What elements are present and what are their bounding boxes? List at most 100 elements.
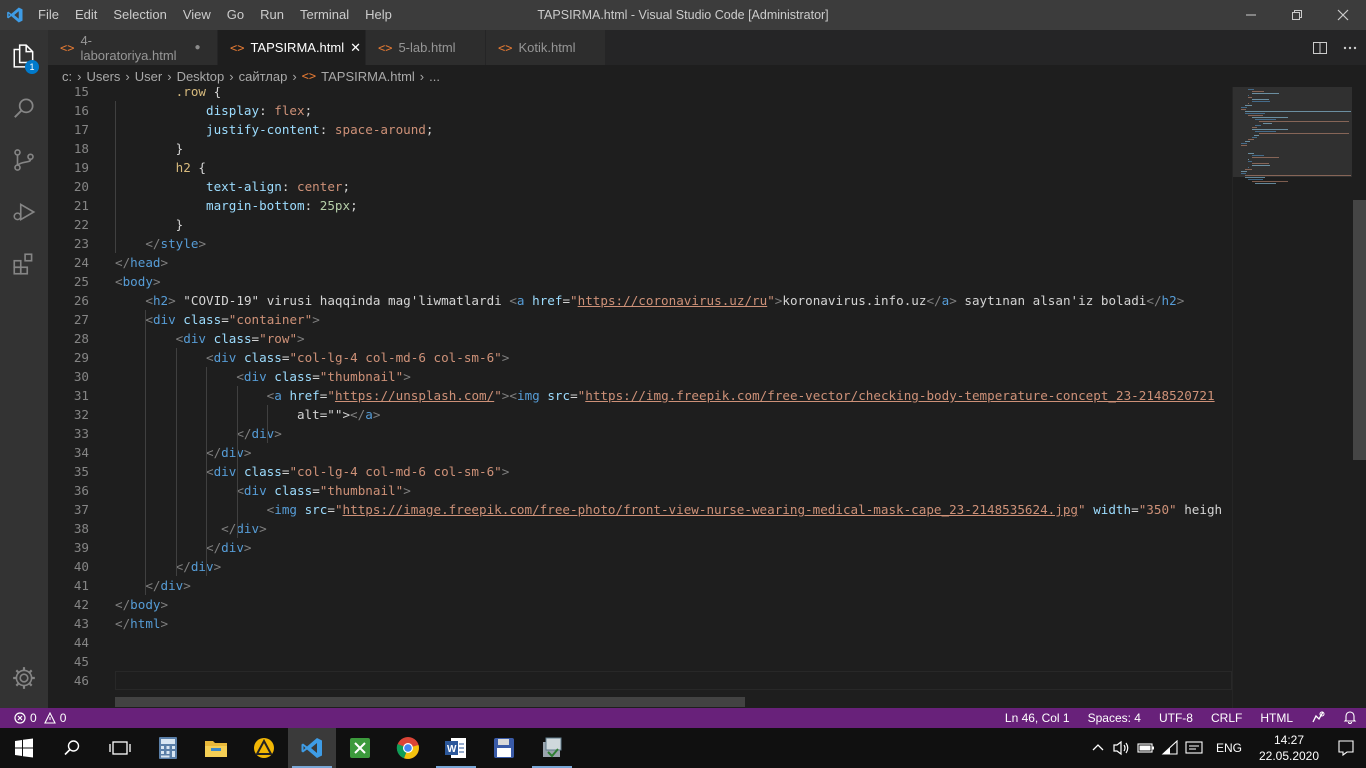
code-line[interactable]: 17 justify-content: space-around; [48,120,1232,139]
explorer-button[interactable]: 1 [0,30,48,82]
code-line[interactable]: 16 display: flex; [48,101,1232,120]
start-button[interactable] [0,728,48,768]
more-actions-icon[interactable] [1342,40,1358,56]
code-line[interactable]: 36 <div class="thumbnail"> [48,481,1232,500]
close-window-button[interactable] [1320,0,1366,30]
clock[interactable]: 14:27 22.05.2020 [1252,732,1326,764]
code-line[interactable]: 20 text-align: center; [48,177,1232,196]
volume-button[interactable] [1110,728,1134,768]
input-language[interactable]: ENG [1206,741,1252,755]
action-center-button[interactable] [1326,728,1366,768]
source-control-button[interactable] [0,134,48,186]
code-line[interactable]: 23 </style> [48,234,1232,253]
code-line[interactable]: 27 <div class="container"> [48,310,1232,329]
search-button[interactable] [0,82,48,134]
taskbar-app-triangle[interactable] [240,728,288,768]
breadcrumb-item[interactable]: c: [62,69,72,84]
show-hidden-icons-button[interactable] [1086,728,1110,768]
restore-button[interactable] [1274,0,1320,30]
taskbar-app-green[interactable] [336,728,384,768]
code-line[interactable]: 45 [48,652,1232,671]
language-mode[interactable]: HTML [1251,711,1302,725]
horizontal-scrollbar[interactable] [115,697,745,707]
task-view-button[interactable] [96,728,144,768]
network-button[interactable] [1158,728,1182,768]
menu-help[interactable]: Help [357,0,400,30]
menu-file[interactable]: File [30,0,67,30]
code-line[interactable]: 34 </div> [48,443,1232,462]
code-line[interactable]: 39 </div> [48,538,1232,557]
line-number: 26 [73,293,89,308]
breadcrumb-item[interactable]: ... [429,69,440,84]
code-line[interactable]: 24 </head> [48,253,1232,272]
menu-selection[interactable]: Selection [105,0,174,30]
code-line[interactable]: 43 </html> [48,614,1232,633]
tab-tapsirma[interactable]: <> TAPSIRMA.html ✕ [218,30,366,65]
tab-5-lab[interactable]: <> 5-lab.html [366,30,486,65]
notifications-button[interactable] [1334,710,1366,727]
code-line[interactable]: 25 <body> [48,272,1232,291]
taskbar-vscode[interactable] [288,728,336,768]
code-line[interactable]: 19 h2 { [48,158,1232,177]
manage-button[interactable] [0,652,48,704]
tab-4-laboratoriya[interactable]: <> 4-laboratoriya.html ● [48,30,218,65]
code-line[interactable]: 33 </div> [48,424,1232,443]
encoding[interactable]: UTF-8 [1150,711,1202,725]
breadcrumb-item[interactable]: User [135,69,162,84]
error-icon [14,712,26,724]
code-line[interactable]: 22 } [48,215,1232,234]
taskbar-chrome[interactable] [384,728,432,768]
problems-indicator[interactable]: 0 0 [0,711,66,725]
minimap-line [1244,175,1351,176]
breadcrumb-item[interactable]: сайтлар [239,69,288,84]
breadcrumb-item[interactable]: Users [86,69,120,84]
extensions-button[interactable] [0,238,48,290]
unsaved-dot-icon[interactable]: ● [188,42,207,53]
code-line[interactable]: 28 <div class="row"> [48,329,1232,348]
tab-close-icon[interactable]: ✕ [350,40,361,56]
code-line[interactable]: 31 <a href="https://unsplash.com/"><img … [48,386,1232,405]
taskbar-file-explorer[interactable] [192,728,240,768]
code-line[interactable]: 18 } [48,139,1232,158]
split-editor-icon[interactable] [1312,40,1328,56]
code-line[interactable]: 40 </div> [48,557,1232,576]
vertical-scrollbar[interactable] [1353,200,1366,460]
breadcrumb-item[interactable]: Desktop [177,69,225,84]
code-line[interactable]: 26 <h2> "COVID-19" virusi haqqinda mag'l… [48,291,1232,310]
code-line[interactable]: 21 margin-bottom: 25px; [48,196,1232,215]
code-line[interactable]: 44 [48,633,1232,652]
taskbar-floppy-app[interactable] [480,728,528,768]
breadcrumb-item[interactable]: TAPSIRMA.html [321,69,415,84]
code-line[interactable]: 35 <div class="col-lg-4 col-md-6 col-sm-… [48,462,1232,481]
code-editor[interactable]: 15 .row {16 display: flex; 17 justify-con… [48,87,1232,697]
menu-go[interactable]: Go [219,0,252,30]
code-line[interactable]: 29 <div class="col-lg-4 col-md-6 col-sm-… [48,348,1232,367]
taskbar-calculator[interactable] [144,728,192,768]
cursor-position[interactable]: Ln 46, Col 1 [996,711,1079,725]
taskbar-search-button[interactable] [48,728,96,768]
menu-run[interactable]: Run [252,0,292,30]
code-line[interactable]: 41 </div> [48,576,1232,595]
minimize-button[interactable] [1228,0,1274,30]
code-line[interactable]: 42 </body> [48,595,1232,614]
menu-edit[interactable]: Edit [67,0,105,30]
feedback-button[interactable] [1302,710,1334,727]
taskbar-word[interactable]: W [432,728,480,768]
code-line[interactable]: 15 .row { [48,87,1232,101]
code-text: </div> [206,540,252,555]
indentation[interactable]: Spaces: 4 [1079,711,1150,725]
code-line[interactable]: 37 <img src="https://image.freepik.com/f… [48,500,1232,519]
tab-kotik[interactable]: <> Kotik.html [486,30,606,65]
minimap[interactable] [1232,87,1353,708]
taskbar-setup-app[interactable] [528,728,576,768]
code-line[interactable]: 30 <div class="thumbnail"> [48,367,1232,386]
menu-view[interactable]: View [175,0,219,30]
menu-terminal[interactable]: Terminal [292,0,357,30]
run-debug-button[interactable] [0,186,48,238]
ime-button[interactable] [1182,728,1206,768]
battery-button[interactable] [1134,728,1158,768]
code-line[interactable]: 32 alt=""></a> [48,405,1232,424]
end-of-line[interactable]: CRLF [1202,711,1251,725]
minimap-line [1248,97,1252,98]
code-line[interactable]: 38 </div> [48,519,1232,538]
